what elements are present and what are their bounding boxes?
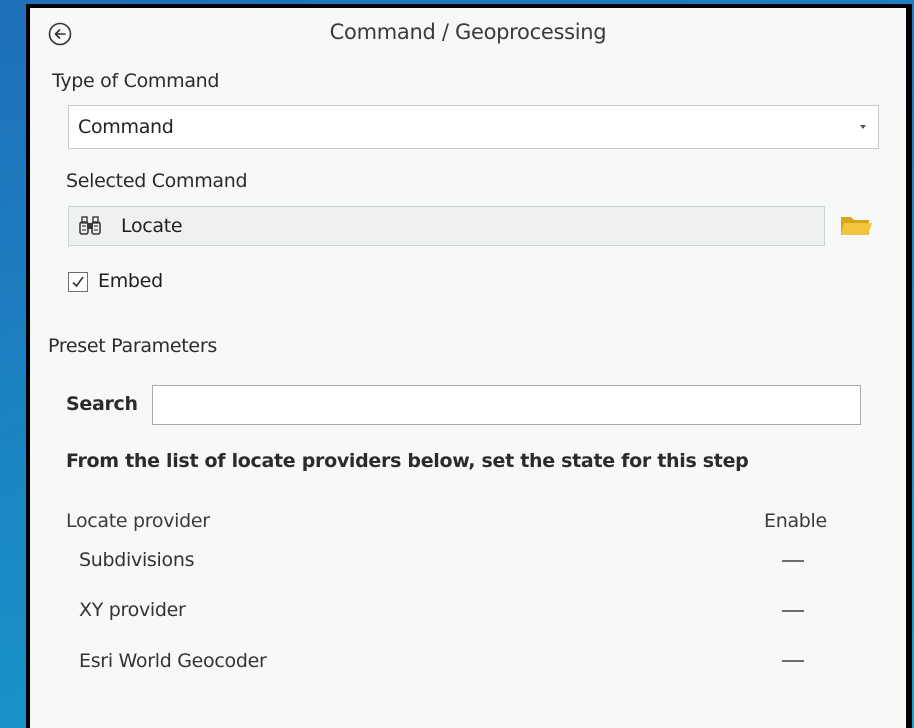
type-of-command-dropdown[interactable]: Command — [68, 105, 879, 149]
provider-subdivisions: Subdivisions — [79, 549, 195, 571]
enable-toggle-esri-world-geocoder[interactable] — [782, 660, 804, 662]
selected-command-value: Locate — [121, 215, 183, 237]
instruction-text: From the list of locate providers below,… — [66, 450, 749, 472]
column-header-locate-provider: Locate provider — [66, 510, 210, 532]
folder-icon[interactable] — [839, 211, 873, 239]
embed-checkbox[interactable] — [68, 272, 88, 292]
panel-title: Command / Geoprocessing — [329, 20, 607, 44]
search-label: Search — [66, 393, 138, 415]
chevron-down-icon — [860, 125, 866, 129]
command-geoprocessing-panel: Command / Geoprocessing Type of Command … — [30, 8, 906, 728]
column-header-enable: Enable — [764, 510, 827, 532]
enable-toggle-xy-provider[interactable] — [782, 610, 804, 612]
type-of-command-value: Command — [78, 116, 174, 138]
enable-toggle-subdivisions[interactable] — [782, 560, 804, 562]
selected-command-label: Selected Command — [66, 170, 248, 192]
preset-parameters-label: Preset Parameters — [48, 335, 217, 357]
search-input[interactable] — [152, 385, 861, 425]
type-of-command-label: Type of Command — [52, 70, 220, 92]
provider-esri-world-geocoder: Esri World Geocoder — [79, 650, 267, 672]
selected-command-field: Locate — [68, 206, 825, 246]
provider-xy: XY provider — [79, 599, 186, 621]
embed-label[interactable]: Embed — [98, 270, 163, 292]
binoculars-icon — [79, 216, 101, 236]
